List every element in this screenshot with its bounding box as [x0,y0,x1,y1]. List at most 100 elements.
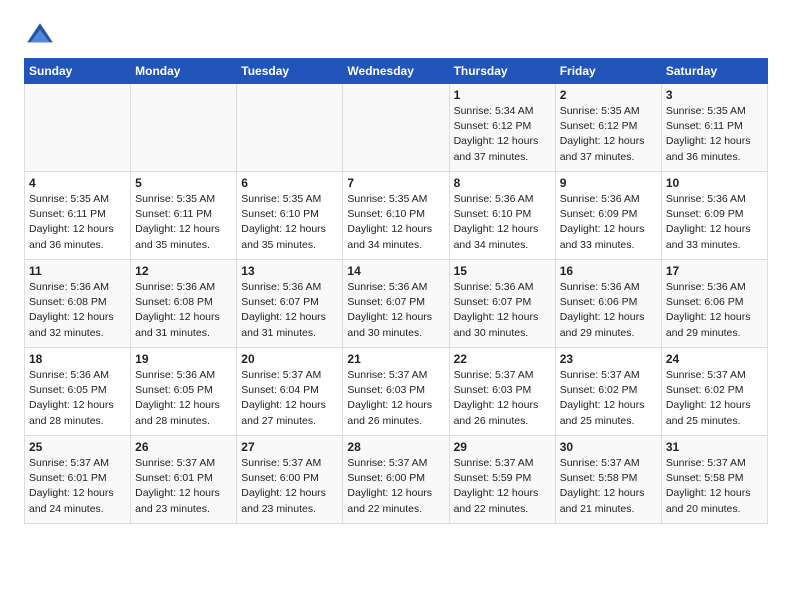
day-number: 18 [29,352,126,366]
day-number: 17 [666,264,763,278]
day-number: 23 [560,352,657,366]
day-content: Sunrise: 5:37 AM Sunset: 5:58 PM Dayligh… [560,456,657,517]
calendar-cell: 16 Sunrise: 5:36 AM Sunset: 6:06 PM Dayli… [555,260,661,348]
day-number: 26 [135,440,232,454]
day-number: 19 [135,352,232,366]
calendar-week-row: 1 Sunrise: 5:34 AM Sunset: 6:12 PM Daylig… [25,84,768,172]
day-content: Sunrise: 5:34 AM Sunset: 6:12 PM Dayligh… [454,104,551,165]
day-number: 31 [666,440,763,454]
day-content: Sunrise: 5:35 AM Sunset: 6:11 PM Dayligh… [135,192,232,253]
day-number: 3 [666,88,763,102]
day-content: Sunrise: 5:35 AM Sunset: 6:11 PM Dayligh… [666,104,763,165]
calendar-cell: 24 Sunrise: 5:37 AM Sunset: 6:02 PM Dayli… [661,348,767,436]
day-content: Sunrise: 5:37 AM Sunset: 6:00 PM Dayligh… [241,456,338,517]
weekday-header-monday: Monday [131,59,237,84]
day-number: 29 [454,440,551,454]
day-number: 27 [241,440,338,454]
page-header [24,20,768,52]
day-number: 13 [241,264,338,278]
day-content: Sunrise: 5:35 AM Sunset: 6:11 PM Dayligh… [29,192,126,253]
day-content: Sunrise: 5:37 AM Sunset: 6:01 PM Dayligh… [29,456,126,517]
calendar-cell: 27 Sunrise: 5:37 AM Sunset: 6:00 PM Dayli… [237,436,343,524]
day-content: Sunrise: 5:36 AM Sunset: 6:06 PM Dayligh… [666,280,763,341]
day-number: 5 [135,176,232,190]
day-content: Sunrise: 5:36 AM Sunset: 6:07 PM Dayligh… [241,280,338,341]
day-content: Sunrise: 5:37 AM Sunset: 6:04 PM Dayligh… [241,368,338,429]
calendar-cell: 17 Sunrise: 5:36 AM Sunset: 6:06 PM Dayli… [661,260,767,348]
calendar-cell: 9 Sunrise: 5:36 AM Sunset: 6:09 PM Daylig… [555,172,661,260]
day-content: Sunrise: 5:36 AM Sunset: 6:05 PM Dayligh… [135,368,232,429]
logo [24,20,60,52]
day-content: Sunrise: 5:37 AM Sunset: 6:03 PM Dayligh… [347,368,444,429]
calendar-cell: 8Sunrise: 5:36 AM Sunset: 6:10 PM Daylig… [449,172,555,260]
day-content: Sunrise: 5:36 AM Sunset: 6:09 PM Dayligh… [666,192,763,253]
day-number: 15 [454,264,551,278]
day-number: 4 [29,176,126,190]
day-number: 9 [560,176,657,190]
calendar-cell [237,84,343,172]
day-content: Sunrise: 5:37 AM Sunset: 6:03 PM Dayligh… [454,368,551,429]
calendar-cell: 19 Sunrise: 5:36 AM Sunset: 6:05 PM Dayli… [131,348,237,436]
calendar-cell: 3 Sunrise: 5:35 AM Sunset: 6:11 PM Daylig… [661,84,767,172]
day-number: 16 [560,264,657,278]
day-number: 12 [135,264,232,278]
calendar-cell: 31 Sunrise: 5:37 AM Sunset: 5:58 PM Dayli… [661,436,767,524]
day-content: Sunrise: 5:36 AM Sunset: 6:05 PM Dayligh… [29,368,126,429]
day-number: 14 [347,264,444,278]
calendar-cell: 12 Sunrise: 5:36 AM Sunset: 6:08 PM Dayli… [131,260,237,348]
calendar-cell: 6 Sunrise: 5:35 AM Sunset: 6:10 PM Daylig… [237,172,343,260]
calendar-cell: 1 Sunrise: 5:34 AM Sunset: 6:12 PM Daylig… [449,84,555,172]
day-number: 28 [347,440,444,454]
calendar-table: SundayMondayTuesdayWednesdayThursdayFrid… [24,58,768,524]
calendar-cell: 4 Sunrise: 5:35 AM Sunset: 6:11 PM Daylig… [25,172,131,260]
day-number: 2 [560,88,657,102]
calendar-week-row: 25 Sunrise: 5:37 AM Sunset: 6:01 PM Dayli… [25,436,768,524]
calendar-body: 1 Sunrise: 5:34 AM Sunset: 6:12 PM Daylig… [25,84,768,524]
day-content: Sunrise: 5:35 AM Sunset: 6:10 PM Dayligh… [347,192,444,253]
day-number: 25 [29,440,126,454]
day-content: Sunrise: 5:37 AM Sunset: 6:00 PM Dayligh… [347,456,444,517]
calendar-cell: 5 Sunrise: 5:35 AM Sunset: 6:11 PM Daylig… [131,172,237,260]
calendar-cell: 30Sunrise: 5:37 AM Sunset: 5:58 PM Dayli… [555,436,661,524]
weekday-row: SundayMondayTuesdayWednesdayThursdayFrid… [25,59,768,84]
weekday-header-sunday: Sunday [25,59,131,84]
day-content: Sunrise: 5:37 AM Sunset: 6:02 PM Dayligh… [666,368,763,429]
calendar-cell: 22 Sunrise: 5:37 AM Sunset: 6:03 PM Dayli… [449,348,555,436]
day-content: Sunrise: 5:37 AM Sunset: 5:58 PM Dayligh… [666,456,763,517]
calendar-header: SundayMondayTuesdayWednesdayThursdayFrid… [25,59,768,84]
calendar-cell: 25 Sunrise: 5:37 AM Sunset: 6:01 PM Dayli… [25,436,131,524]
day-content: Sunrise: 5:36 AM Sunset: 6:08 PM Dayligh… [29,280,126,341]
weekday-header-wednesday: Wednesday [343,59,449,84]
weekday-header-friday: Friday [555,59,661,84]
day-content: Sunrise: 5:37 AM Sunset: 6:01 PM Dayligh… [135,456,232,517]
calendar-cell: 29Sunrise: 5:37 AM Sunset: 5:59 PM Dayli… [449,436,555,524]
calendar-cell: 20Sunrise: 5:37 AM Sunset: 6:04 PM Dayli… [237,348,343,436]
calendar-cell: 21Sunrise: 5:37 AM Sunset: 6:03 PM Dayli… [343,348,449,436]
day-number: 1 [454,88,551,102]
day-content: Sunrise: 5:36 AM Sunset: 6:09 PM Dayligh… [560,192,657,253]
calendar-cell: 10Sunrise: 5:36 AM Sunset: 6:09 PM Dayli… [661,172,767,260]
day-content: Sunrise: 5:36 AM Sunset: 6:07 PM Dayligh… [454,280,551,341]
calendar-cell: 26 Sunrise: 5:37 AM Sunset: 6:01 PM Dayli… [131,436,237,524]
weekday-header-saturday: Saturday [661,59,767,84]
calendar-cell [25,84,131,172]
day-content: Sunrise: 5:35 AM Sunset: 6:12 PM Dayligh… [560,104,657,165]
day-number: 8 [454,176,551,190]
calendar-week-row: 11Sunrise: 5:36 AM Sunset: 6:08 PM Dayli… [25,260,768,348]
day-content: Sunrise: 5:37 AM Sunset: 6:02 PM Dayligh… [560,368,657,429]
calendar-cell: 2 Sunrise: 5:35 AM Sunset: 6:12 PM Daylig… [555,84,661,172]
calendar-cell: 28 Sunrise: 5:37 AM Sunset: 6:00 PM Dayli… [343,436,449,524]
day-number: 6 [241,176,338,190]
calendar-cell [343,84,449,172]
day-content: Sunrise: 5:35 AM Sunset: 6:10 PM Dayligh… [241,192,338,253]
calendar-cell: 11Sunrise: 5:36 AM Sunset: 6:08 PM Dayli… [25,260,131,348]
day-content: Sunrise: 5:36 AM Sunset: 6:08 PM Dayligh… [135,280,232,341]
day-number: 22 [454,352,551,366]
calendar-cell: 13 Sunrise: 5:36 AM Sunset: 6:07 PM Dayli… [237,260,343,348]
calendar-week-row: 4 Sunrise: 5:35 AM Sunset: 6:11 PM Daylig… [25,172,768,260]
calendar-cell [131,84,237,172]
calendar-cell: 15 Sunrise: 5:36 AM Sunset: 6:07 PM Dayli… [449,260,555,348]
calendar-cell: 23 Sunrise: 5:37 AM Sunset: 6:02 PM Dayli… [555,348,661,436]
day-content: Sunrise: 5:36 AM Sunset: 6:06 PM Dayligh… [560,280,657,341]
day-number: 24 [666,352,763,366]
